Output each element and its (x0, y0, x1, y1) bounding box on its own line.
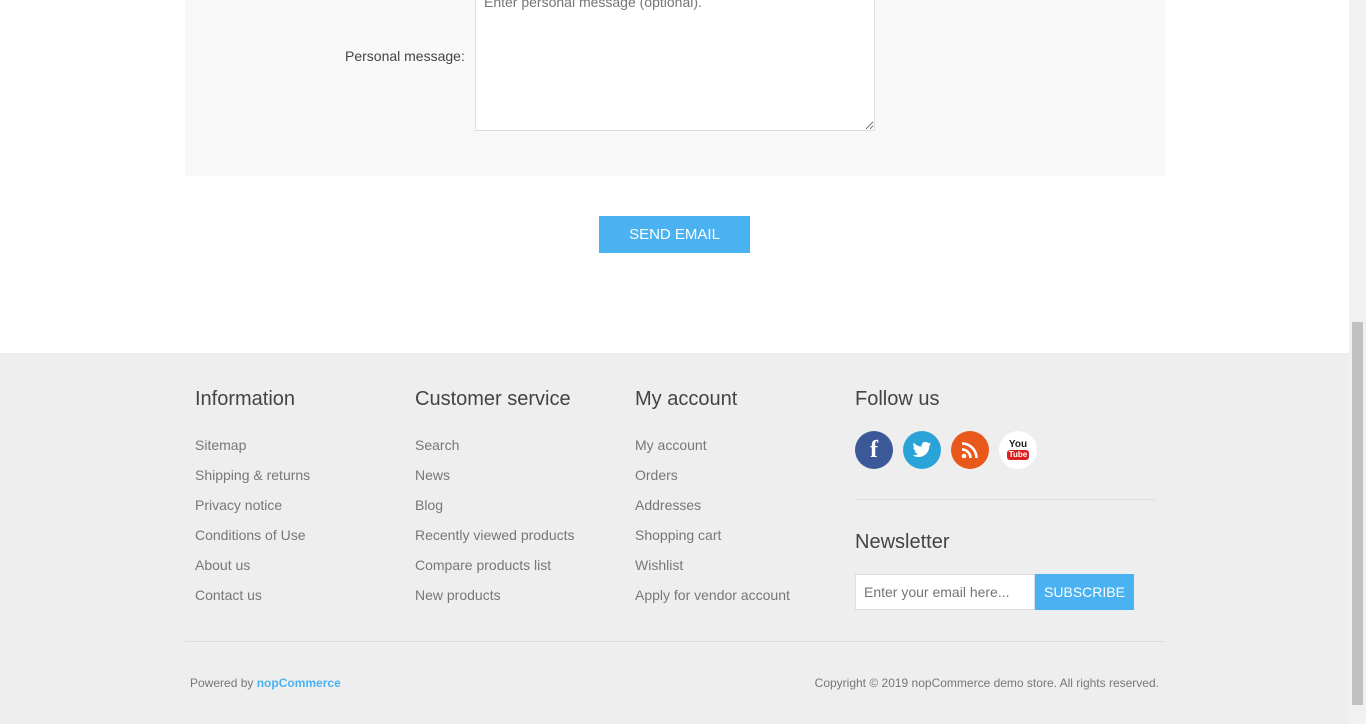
footer-divider (185, 641, 1165, 642)
footer-link-vendor-account[interactable]: Apply for vendor account (635, 581, 790, 611)
footer-follow-column: Follow us f You Tube Newsletter SUBSCRIB… (855, 387, 1155, 610)
page-scrollbar[interactable] (1349, 0, 1366, 724)
copyright-text: Copyright © 2019 nopCommerce demo store.… (814, 676, 1159, 690)
scrollbar-thumb[interactable] (1352, 322, 1363, 705)
footer-link-shopping-cart[interactable]: Shopping cart (635, 521, 790, 551)
rss-icon[interactable] (951, 431, 989, 469)
personal-message-label: Personal message: (345, 48, 465, 64)
footer-link-contact-us[interactable]: Contact us (195, 581, 310, 611)
twitter-icon[interactable] (903, 431, 941, 469)
footer-link-addresses[interactable]: Addresses (635, 491, 790, 521)
footer-information-column: Information Sitemap Shipping & returns P… (195, 387, 310, 611)
powered-by-prefix: Powered by (190, 676, 254, 690)
newsletter-form: SUBSCRIBE (855, 574, 1155, 610)
footer-link-sitemap[interactable]: Sitemap (195, 431, 310, 461)
customer-service-title: Customer service (415, 388, 571, 410)
footer-link-conditions-of-use[interactable]: Conditions of Use (195, 521, 310, 551)
footer-link-new-products[interactable]: New products (415, 581, 575, 611)
footer-customer-service-column: Customer service Search News Blog Recent… (415, 387, 575, 611)
footer-link-my-account[interactable]: My account (635, 431, 790, 461)
footer-link-blog[interactable]: Blog (415, 491, 575, 521)
footer-link-about-us[interactable]: About us (195, 551, 310, 581)
newsletter-title: Newsletter (855, 531, 950, 553)
youtube-you-text: You (1008, 439, 1028, 450)
nopcommerce-link[interactable]: nopCommerce (257, 676, 341, 690)
send-email-button[interactable]: SEND EMAIL (599, 216, 750, 253)
footer-link-wishlist[interactable]: Wishlist (635, 551, 790, 581)
youtube-icon[interactable]: You Tube (999, 431, 1037, 469)
facebook-icon[interactable]: f (855, 431, 893, 469)
subscribe-button[interactable]: SUBSCRIBE (1035, 574, 1134, 610)
footer-link-recently-viewed[interactable]: Recently viewed products (415, 521, 575, 551)
follow-us-title: Follow us (855, 388, 940, 410)
footer: Information Sitemap Shipping & returns P… (0, 353, 1349, 724)
footer-link-orders[interactable]: Orders (635, 461, 790, 491)
my-account-title: My account (635, 388, 738, 410)
footer-link-compare-products[interactable]: Compare products list (415, 551, 575, 581)
powered-by: Powered by nopCommerce (190, 676, 341, 690)
footer-link-news[interactable]: News (415, 461, 575, 491)
social-links: f You Tube (855, 431, 1155, 469)
footer-link-shipping-returns[interactable]: Shipping & returns (195, 461, 310, 491)
youtube-tube-text: Tube (1006, 450, 1030, 460)
footer-my-account-column: My account My account Orders Addresses S… (635, 387, 790, 611)
information-title: Information (195, 388, 296, 410)
newsletter-email-input[interactable] (855, 574, 1035, 610)
personal-message-textarea[interactable] (475, 0, 875, 131)
footer-link-privacy-notice[interactable]: Privacy notice (195, 491, 310, 521)
footer-link-search[interactable]: Search (415, 431, 575, 461)
follow-divider (855, 499, 1155, 500)
